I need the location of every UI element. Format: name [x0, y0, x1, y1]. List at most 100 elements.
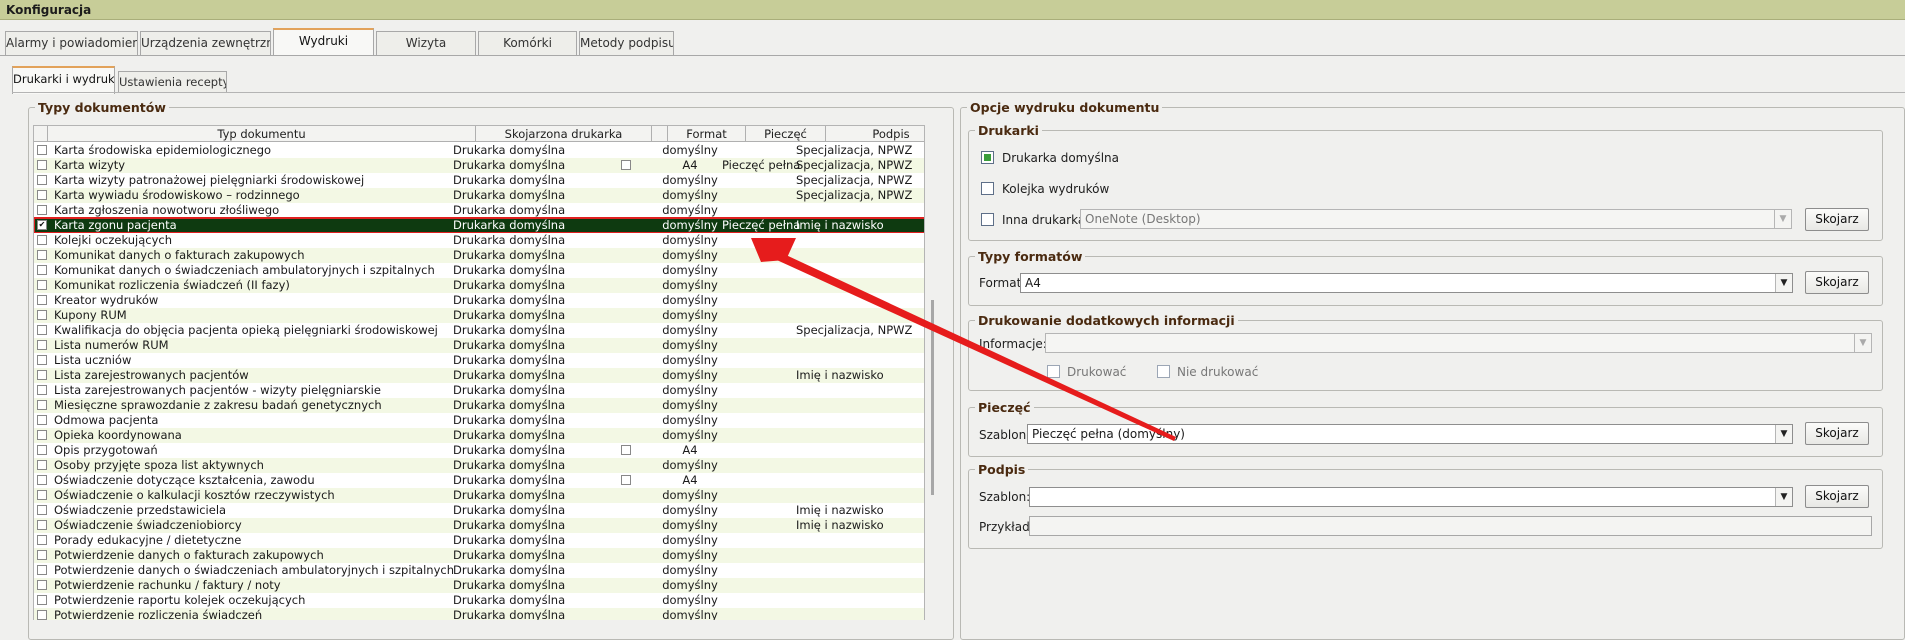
other-printer-select[interactable]: OneNote (Desktop) ▼	[1080, 209, 1792, 229]
table-row[interactable]: Lista zarejestrowanych pacjentów - wizyt…	[34, 383, 924, 398]
row-checkbox[interactable]	[37, 535, 47, 545]
row-checkbox[interactable]	[37, 610, 47, 620]
header-stamp[interactable]: Pieczęć	[746, 126, 826, 142]
table-row[interactable]: Potwierdzenie rozliczenia świadczeń Druka…	[34, 608, 924, 620]
row-checkbox[interactable]	[37, 325, 47, 335]
row-checkbox[interactable]	[37, 475, 47, 485]
table-row[interactable]: Kreator wydruków Drukarka domyślna domyśln…	[34, 293, 924, 308]
row-checkbox[interactable]	[37, 250, 47, 260]
table-row[interactable]: Odmowa pacjenta Drukarka domyślna domyślny	[34, 413, 924, 428]
table-row[interactable]: Komunikat danych o świadczeniach ambulat…	[34, 263, 924, 278]
table-row[interactable]: Oświadczenie przedstawiciela Drukarka dom…	[34, 503, 924, 518]
noprint-extra-checkbox[interactable]	[1157, 365, 1170, 378]
table-row[interactable]: Lista numerów RUM Drukarka domyślna domyśl…	[34, 338, 924, 353]
table-row[interactable]: Kupony RUM Drukarka domyślna domyślny	[34, 308, 924, 323]
signature-template-select[interactable]: ▼	[1029, 487, 1793, 507]
tab-komorki[interactable]: Komórki	[478, 31, 577, 55]
extra-info-select[interactable]: ▼	[1045, 333, 1872, 353]
associate-format-button[interactable]: Skojarz	[1805, 271, 1869, 294]
table-row[interactable]: Osoby przyjęte spoza list aktywnych Druka…	[34, 458, 924, 473]
table-row[interactable]: Opis przygotowań Drukarka domyślna A4	[34, 443, 924, 458]
stamp-template-select[interactable]: Pieczęć pełna (domyślny) ▼	[1027, 424, 1793, 444]
tab-urzadzenia[interactable]: Urządzenia zewnętrzne	[140, 31, 271, 55]
tab-metody-podpisu[interactable]: Metody podpisu	[579, 31, 674, 55]
table-row[interactable]: Potwierdzenie danych o świadczeniach amb…	[34, 563, 924, 578]
table-row[interactable]: Karta wywiadu środowiskowo – rodzinnego D…	[34, 188, 924, 203]
row-checkbox[interactable]	[37, 415, 47, 425]
row-checkbox[interactable]	[37, 490, 47, 500]
row-checkbox[interactable]	[37, 145, 47, 155]
table-row[interactable]: ✔ Karta zgonu pacjenta Drukarka domyślna do…	[34, 217, 924, 234]
table-row[interactable]: Potwierdzenie danych o fakturach zakupow…	[34, 548, 924, 563]
row-checkbox[interactable]	[37, 400, 47, 410]
row-checkbox[interactable]	[37, 505, 47, 515]
format-box-checkbox[interactable]	[621, 475, 631, 485]
table-row[interactable]: Kolejki oczekujących Drukarka domyślna dom…	[34, 233, 924, 248]
row-checkbox[interactable]	[37, 565, 47, 575]
document-type-cell: Opis przygotowań	[54, 443, 158, 457]
associate-printer-button[interactable]: Skojarz	[1805, 208, 1869, 231]
table-row[interactable]: Lista uczniów Drukarka domyślna domyślny	[34, 353, 924, 368]
row-checkbox[interactable]	[37, 160, 47, 170]
format-box-checkbox[interactable]	[621, 160, 631, 170]
table-row[interactable]: Oświadczenie o kalkulacji kosztów rzeczy…	[34, 488, 924, 503]
table-row[interactable]: Porady edukacyjne / dietetyczne Drukarka …	[34, 533, 924, 548]
associate-stamp-button[interactable]: Skojarz	[1805, 422, 1869, 445]
row-checkbox[interactable]	[37, 340, 47, 350]
table-row[interactable]: Karta środowiska epidemiologicznego Druka…	[34, 143, 924, 158]
row-checkbox[interactable]	[37, 205, 47, 215]
print-extra-checkbox[interactable]	[1047, 365, 1060, 378]
row-checkbox[interactable]	[37, 580, 47, 590]
format-box-checkbox[interactable]	[621, 445, 631, 455]
tab-wizyta[interactable]: Wizyta	[376, 31, 476, 55]
table-row[interactable]: Potwierdzenie raportu kolejek oczekujący…	[34, 593, 924, 608]
row-checkbox[interactable]	[37, 550, 47, 560]
signature-cell: Imię i nazwisko	[796, 503, 884, 517]
table-row[interactable]: Oświadczenie świadczeniobiorcy Drukarka d…	[34, 518, 924, 533]
row-checkbox[interactable]	[37, 310, 47, 320]
table-row[interactable]: Karta wizyty Drukarka domyślna A4 Pieczęć p…	[34, 158, 924, 173]
row-checkbox[interactable]	[37, 430, 47, 440]
row-checkbox[interactable]	[37, 370, 47, 380]
table-row[interactable]: Kwalifikacja do objęcia pacjenta opieką …	[34, 323, 924, 338]
row-checkbox[interactable]	[37, 190, 47, 200]
row-checkbox[interactable]	[37, 265, 47, 275]
subtab-ustawienia-recepty[interactable]: Ustawienia recepty	[118, 71, 227, 93]
tab-wydruki[interactable]: Wydruki	[273, 28, 374, 56]
row-checkbox[interactable]	[37, 175, 47, 185]
table-scrollbar[interactable]	[931, 300, 934, 495]
header-signature[interactable]: Podpis	[826, 126, 924, 142]
tab-alarmy[interactable]: Alarmy i powiadomienia	[5, 31, 138, 55]
table-row[interactable]: Lista zarejestrowanych pacjentów Drukarka…	[34, 368, 924, 383]
row-checkbox[interactable]	[37, 385, 47, 395]
table-row[interactable]: Karta zgłoszenia nowotworu złośliwego Dru…	[34, 203, 924, 218]
default-printer-checkbox[interactable]	[981, 151, 994, 164]
row-checkbox[interactable]	[37, 355, 47, 365]
table-row[interactable]: Oświadczenie dotyczące kształcenia, zawo…	[34, 473, 924, 488]
row-checkbox[interactable]	[37, 595, 47, 605]
row-checkbox[interactable]: ✔	[37, 220, 47, 230]
table-row[interactable]: Potwierdzenie rachunku / faktury / noty D…	[34, 578, 924, 593]
header-format[interactable]: Format	[668, 126, 746, 142]
row-checkbox[interactable]	[37, 460, 47, 470]
format-select[interactable]: A4 ▼	[1020, 273, 1793, 293]
table-row[interactable]: Komunikat rozliczenia świadczeń (II fazy…	[34, 278, 924, 293]
row-checkbox[interactable]	[37, 520, 47, 530]
print-queue-checkbox[interactable]	[981, 182, 994, 195]
row-checkbox[interactable]	[37, 235, 47, 245]
printer-cell: Drukarka domyślna	[453, 143, 566, 157]
header-printer[interactable]: Skojarzona drukarka	[476, 126, 652, 142]
row-checkbox[interactable]	[37, 295, 47, 305]
table-row[interactable]: Karta wizyty patronażowej pielęgniarki ś…	[34, 173, 924, 188]
associate-signature-button[interactable]: Skojarz	[1805, 485, 1869, 508]
row-checkbox[interactable]	[37, 280, 47, 290]
other-printer-checkbox[interactable]	[981, 213, 994, 226]
row-checkbox[interactable]	[37, 445, 47, 455]
extra-info-legend: Drukowanie dodatkowych informacji	[978, 313, 1235, 328]
table-row[interactable]: Opieka koordynowana Drukarka domyślna domy…	[34, 428, 924, 443]
table-row[interactable]: Komunikat danych o fakturach zakupowych D…	[34, 248, 924, 263]
table-row[interactable]: Miesięczne sprawozdanie z zakresu badań …	[34, 398, 924, 413]
header-type[interactable]: Typ dokumentu	[48, 126, 476, 142]
subtab-drukarki[interactable]: Drukarki i wydruki	[12, 66, 115, 94]
extra-info-label: Informacje:	[979, 337, 1047, 351]
